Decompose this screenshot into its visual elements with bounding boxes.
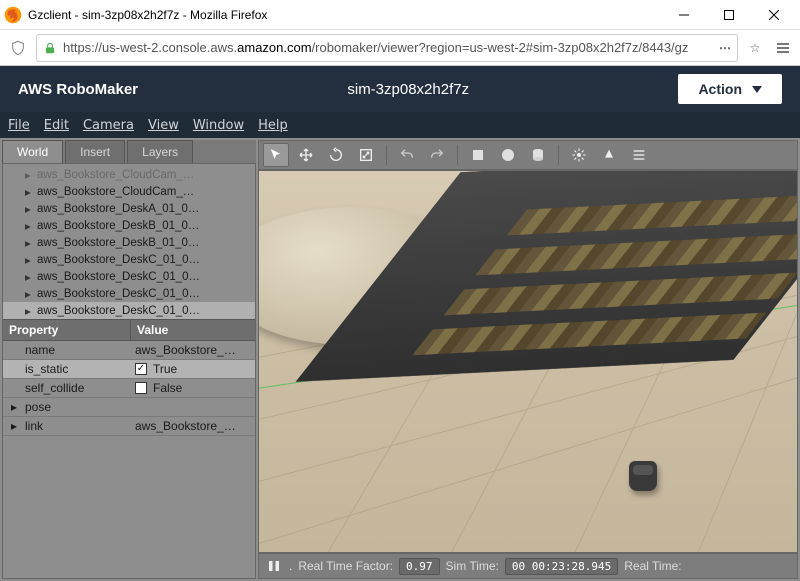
menu-edit[interactable]: Edit [44,118,69,133]
light-point-icon[interactable] [566,143,592,167]
select-tool-icon[interactable] [263,143,289,167]
property-row[interactable]: self_collideFalse [3,379,255,398]
url-text: https://us-west-2.console.aws.amazon.com… [63,40,713,55]
firefox-icon [4,6,22,24]
simtime-label: Sim Time: [446,559,499,573]
chevron-down-icon [752,86,762,93]
sphere-primitive-icon[interactable] [495,143,521,167]
action-dropdown-button[interactable]: Action [678,74,782,104]
shield-icon[interactable] [6,36,30,60]
tab-world[interactable]: World [2,140,63,163]
menu-camera[interactable]: Camera [83,118,134,133]
robot-model [629,461,657,491]
light-spot-icon[interactable] [596,143,622,167]
hamburger-menu-icon[interactable] [772,37,794,59]
main-area: World Insert Layers ▸aws_Bookstore_Cloud… [0,138,800,581]
simtime-value: 00 00:23:28.945 [505,558,618,575]
rtf-value: 0.97 [399,558,440,575]
translate-tool-icon[interactable] [293,143,319,167]
status-dot: . [289,559,292,573]
bookmark-star-icon[interactable]: ☆ [744,37,766,59]
browser-chrome: https://us-west-2.console.aws.amazon.com… [0,30,800,66]
model-tree[interactable]: ▸aws_Bookstore_CloudCam_…▸aws_Bookstore_… [3,164,255,319]
aws-product-name: AWS RoboMaker [18,81,138,98]
scale-tool-icon[interactable] [353,143,379,167]
simulation-id: sim-3zp08x2h2f7z [138,81,678,98]
realtime-label: Real Time: [624,559,681,573]
rtf-label: Real Time Factor: [298,559,393,573]
app-menubar: File Edit Camera View Window Help [0,112,800,138]
property-row[interactable]: ▸linkaws_Bookstore_… [3,417,255,436]
light-direct-icon[interactable] [626,143,652,167]
lock-icon [43,41,57,55]
box-primitive-icon[interactable] [465,143,491,167]
property-grid: nameaws_Bookstore_…is_static✓Trueself_co… [3,341,255,436]
window-titlebar: Gzclient - sim-3zp08x2h2f7z - Mozilla Fi… [0,0,800,30]
menu-help[interactable]: Help [258,118,288,133]
tab-insert[interactable]: Insert [65,140,125,163]
tree-item[interactable]: ▸aws_Bookstore_DeskC_01_0… [3,251,255,268]
redo-icon[interactable] [424,143,450,167]
tree-item[interactable]: ▸aws_Bookstore_CloudCam_… [3,183,255,200]
aws-header: AWS RoboMaker sim-3zp08x2h2f7z Action [0,66,800,112]
rotate-tool-icon[interactable] [323,143,349,167]
address-bar[interactable]: https://us-west-2.console.aws.amazon.com… [36,34,738,62]
right-panel: . Real Time Factor: 0.97 Sim Time: 00 00… [258,140,798,579]
window-title: Gzclient - sim-3zp08x2h2f7z - Mozilla Fi… [28,8,661,22]
pause-button[interactable] [265,557,283,575]
action-label: Action [698,81,742,97]
tree-item[interactable]: ▸aws_Bookstore_DeskA_01_0… [3,200,255,217]
menu-window[interactable]: Window [193,118,244,133]
viewport-toolbar [258,140,798,170]
tree-item[interactable]: ▸aws_Bookstore_DeskB_01_0… [3,234,255,251]
tree-item[interactable]: ▸aws_Bookstore_DeskC_01_0… [3,285,255,302]
property-row[interactable]: ▸pose [3,398,255,417]
3d-viewport[interactable] [258,170,798,553]
property-header: Property Value [3,319,255,341]
left-tabs: World Insert Layers [2,140,256,163]
menu-view[interactable]: View [148,118,179,133]
tree-item[interactable]: ▸aws_Bookstore_DeskB_01_0… [3,217,255,234]
status-bar: . Real Time Factor: 0.97 Sim Time: 00 00… [258,553,798,579]
left-panel: World Insert Layers ▸aws_Bookstore_Cloud… [2,140,256,579]
ellipsis-icon[interactable]: ⋯ [719,41,731,55]
property-header-value: Value [131,320,255,340]
close-button[interactable] [751,1,796,29]
property-row[interactable]: is_static✓True [3,360,255,379]
property-row[interactable]: nameaws_Bookstore_… [3,341,255,360]
menu-file[interactable]: File [8,118,30,133]
tree-item[interactable]: ▸aws_Bookstore_CloudCam_… [3,166,255,183]
cylinder-primitive-icon[interactable] [525,143,551,167]
tab-layers[interactable]: Layers [127,140,193,163]
undo-icon[interactable] [394,143,420,167]
tree-item[interactable]: ▸aws_Bookstore_DeskC_01_0… [3,302,255,319]
maximize-button[interactable] [706,1,751,29]
property-header-key: Property [3,320,131,340]
minimize-button[interactable] [661,1,706,29]
tree-item[interactable]: ▸aws_Bookstore_DeskC_01_0… [3,268,255,285]
